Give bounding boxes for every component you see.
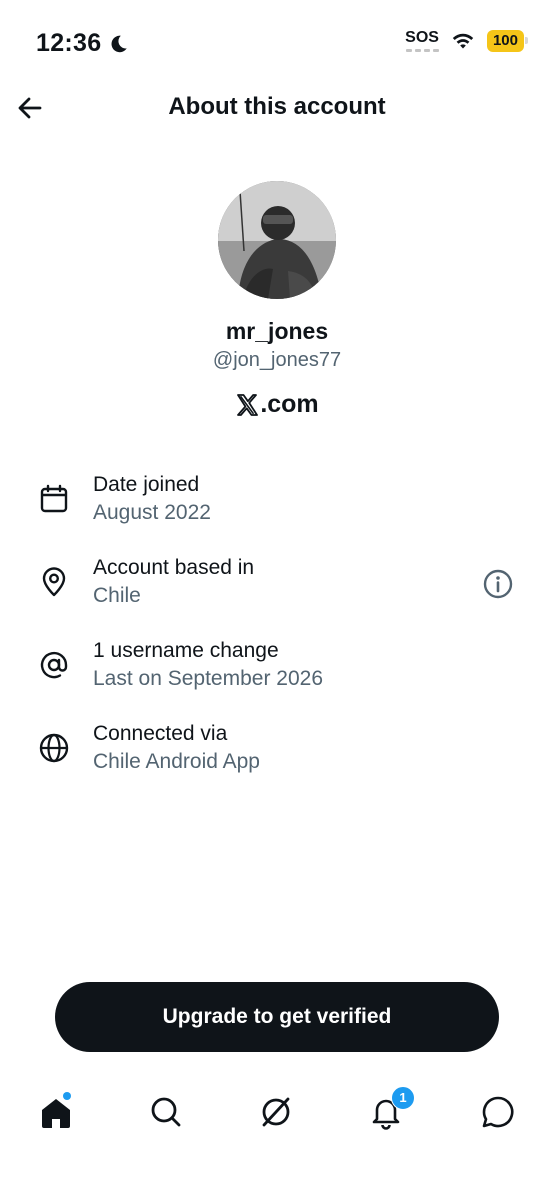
info-value: Chile <box>93 584 141 607</box>
handle: @jon_jones77 <box>212 349 342 371</box>
status-time: 12:36 <box>36 29 102 57</box>
sos-text: SOS <box>405 29 439 46</box>
search-icon <box>151 1097 181 1127</box>
globe-icon <box>39 733 69 763</box>
status-time-group: 12:36 <box>36 29 129 58</box>
message-bubble-icon <box>482 1096 514 1128</box>
nav-grok[interactable] <box>256 1092 296 1132</box>
status-indicators: SOS 100 <box>405 30 529 52</box>
display-name: mr_jones <box>225 318 329 344</box>
home-notification-dot <box>63 1092 71 1100</box>
info-title: Connected via <box>93 722 228 745</box>
x-domain: .com <box>0 390 554 419</box>
wifi-icon <box>452 33 474 49</box>
location-pin-icon <box>42 567 66 597</box>
info-value: Last on September 2026 <box>93 667 323 690</box>
signal-dots <box>405 49 439 52</box>
info-username-change: 1 username change Last on September 2026 <box>0 639 554 699</box>
info-value: Chile Android App <box>93 750 260 773</box>
page-title: About this account <box>168 93 386 120</box>
info-title: Date joined <box>93 473 200 496</box>
nav-home[interactable] <box>36 1092 76 1132</box>
at-sign-icon <box>40 651 68 679</box>
x-domain-text: .com <box>260 390 319 418</box>
moon-icon <box>111 35 128 52</box>
avatar <box>218 181 336 299</box>
nav-search[interactable] <box>146 1092 186 1132</box>
bottom-nav: 1 <box>0 1080 554 1150</box>
info-account-based-in: Account based in Chile <box>0 556 554 616</box>
battery-indicator: 100 <box>486 30 529 52</box>
info-connected-via: Connected via Chile Android App <box>0 722 554 782</box>
info-value: August 2022 <box>93 501 211 524</box>
nav-notifications[interactable]: 1 <box>366 1086 415 1132</box>
info-circle-icon[interactable] <box>482 568 514 600</box>
grok-icon <box>262 1097 290 1127</box>
notifications-badge: 1 <box>391 1086 415 1110</box>
avatar-image <box>218 181 336 299</box>
upgrade-verified-button[interactable]: Upgrade to get verified <box>55 982 499 1052</box>
info-date-joined: Date joined August 2022 <box>0 473 554 533</box>
calendar-icon <box>40 484 68 513</box>
x-logo-icon <box>237 393 259 416</box>
info-title: 1 username change <box>93 639 279 662</box>
info-title: Account based in <box>93 556 255 579</box>
nav-messages[interactable] <box>478 1092 518 1132</box>
status-bar: 12:36 SOS 100 <box>0 0 554 80</box>
sos-indicator: SOS <box>405 30 439 52</box>
header: About this account <box>0 80 554 136</box>
